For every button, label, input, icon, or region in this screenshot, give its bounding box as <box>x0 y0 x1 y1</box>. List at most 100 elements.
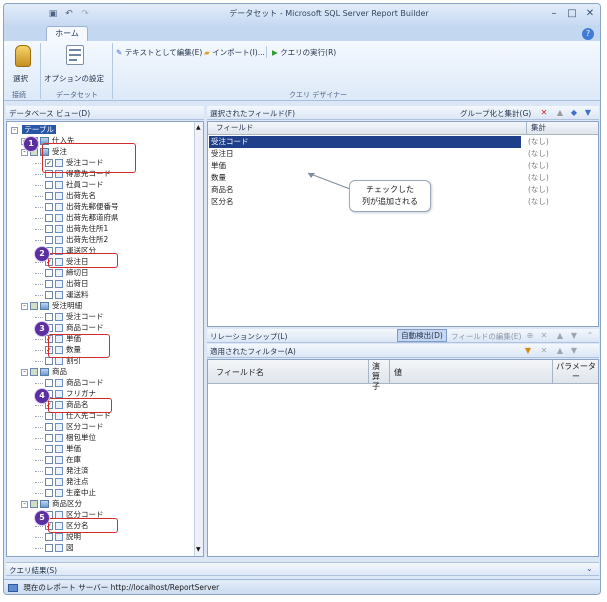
checkbox[interactable] <box>45 291 53 299</box>
delete-relationship-icon[interactable]: ✕ <box>539 331 549 341</box>
field-row[interactable]: 受注コード (なし) <box>208 136 593 148</box>
tree-table-node[interactable]: - 商品区分 <box>21 499 82 509</box>
minimize-button[interactable]: – <box>546 7 562 21</box>
tree-root[interactable]: - テーブル <box>11 125 56 135</box>
field-row[interactable]: 受注日 (なし) <box>208 148 593 160</box>
tree-field-node[interactable]: 受注コード <box>35 312 104 322</box>
tree-field-node[interactable]: 在庫 <box>35 455 81 465</box>
query-results-bar[interactable]: クエリ結果(S) ⌄ <box>6 562 599 576</box>
tab-home[interactable]: ホーム <box>46 26 88 42</box>
checkbox[interactable] <box>45 379 53 387</box>
group-and-aggregate-toggle[interactable]: グループ化と集計(G) <box>460 108 531 119</box>
redo-icon[interactable]: ↷ <box>78 9 92 21</box>
add-relationship-icon[interactable]: ⊕ <box>525 331 535 341</box>
checkbox[interactable] <box>45 544 53 552</box>
tree-field-node[interactable]: 出荷先住所1 <box>35 224 108 234</box>
move-up-bold-icon[interactable]: ◆ <box>569 108 579 118</box>
tree-field-node[interactable]: 出荷先名 <box>35 191 96 201</box>
tree-table-node[interactable]: - 受注明細 <box>21 301 82 311</box>
checkbox[interactable] <box>30 368 38 376</box>
aggregate-cell[interactable]: (なし) <box>528 196 549 208</box>
checkbox[interactable] <box>30 302 38 310</box>
checkbox[interactable] <box>45 489 53 497</box>
aggregate-cell[interactable]: (なし) <box>528 172 549 184</box>
help-icon[interactable]: ? <box>582 28 594 40</box>
collapse-icon[interactable]: - <box>21 302 28 310</box>
tree-field-node[interactable]: 出荷日 <box>35 279 89 289</box>
checkbox[interactable] <box>45 434 53 442</box>
tree-field-node[interactable]: 図 <box>35 543 74 553</box>
scroll-up-icon[interactable]: ▲ <box>196 124 202 132</box>
tree-field-node[interactable]: 出荷先郵便番号 <box>35 202 119 212</box>
field-row[interactable]: 単価 (なし) <box>208 160 593 172</box>
tree-field-node[interactable]: 区分コード <box>35 422 104 432</box>
run-query-button[interactable]: ▶ クエリの実行(R) <box>272 47 336 58</box>
edit-as-text-label: テキストとして編集(E) <box>124 48 203 57</box>
tree-field-node[interactable]: 締切日 <box>35 268 89 278</box>
aggregate-cell[interactable]: (なし) <box>528 148 549 160</box>
checkbox[interactable] <box>45 203 53 211</box>
maximize-button[interactable]: □ <box>564 7 580 21</box>
checkbox[interactable] <box>45 423 53 431</box>
aggregate-cell[interactable]: (なし) <box>528 184 549 196</box>
checkbox[interactable] <box>45 192 53 200</box>
undo-icon[interactable]: ↶ <box>62 9 76 21</box>
tree-field-node[interactable]: 発注点 <box>35 477 89 487</box>
tree-field-node[interactable]: 梱包単位 <box>35 433 96 443</box>
auto-detect-button[interactable]: 自動検出(D) <box>397 329 447 342</box>
tree-field-node[interactable]: 出荷先住所2 <box>35 235 108 245</box>
tree-field-node[interactable]: 商品コード <box>35 378 104 388</box>
checkbox[interactable] <box>45 478 53 486</box>
scroll-down-icon[interactable]: ▼ <box>196 546 202 554</box>
move-up-icon[interactable]: ▲ <box>555 331 565 341</box>
move-down-icon[interactable]: ▼ <box>569 331 579 341</box>
close-button[interactable]: ✕ <box>582 7 598 21</box>
collapse-pane-icon[interactable]: ⌃ <box>585 331 595 341</box>
checkbox[interactable] <box>30 500 38 508</box>
aggregate-cell[interactable]: (なし) <box>528 160 549 172</box>
delete-icon[interactable]: ✕ <box>539 108 549 118</box>
db-view-scrollbar[interactable]: ▲ ▼ <box>194 122 203 556</box>
import-button[interactable]: ▰ インポート(I)... <box>204 47 265 58</box>
tree-field-node[interactable]: 説明 <box>35 532 81 542</box>
add-filter-icon[interactable]: ▼ <box>523 346 533 356</box>
checkbox[interactable] <box>45 236 53 244</box>
tree-field-node[interactable]: 社員コード <box>35 180 104 190</box>
field-name-cell[interactable]: 単価 <box>211 160 521 172</box>
edit-as-text-button[interactable]: ✎ テキストとして編集(E) <box>116 47 202 58</box>
checkbox[interactable] <box>45 456 53 464</box>
move-down-icon[interactable]: ▼ <box>569 346 579 356</box>
tree-table-node[interactable]: - 商品 <box>21 367 67 377</box>
delete-filter-icon[interactable]: ✕ <box>539 346 549 356</box>
save-icon[interactable]: ▣ <box>46 9 60 21</box>
checkbox[interactable] <box>45 181 53 189</box>
checkbox[interactable] <box>45 225 53 233</box>
checkbox[interactable] <box>45 214 53 222</box>
edit-fields-button[interactable]: フィールドの編集(E) <box>451 331 521 342</box>
move-up-icon[interactable]: ▲ <box>555 346 565 356</box>
tree-field-node[interactable]: 出荷先都道府県 <box>35 213 119 223</box>
move-up-icon[interactable]: ▲ <box>555 108 565 118</box>
checkbox[interactable] <box>45 445 53 453</box>
checkbox[interactable] <box>45 269 53 277</box>
aggregate-cell[interactable]: (なし) <box>528 136 549 148</box>
checkbox[interactable] <box>45 467 53 475</box>
checkbox[interactable] <box>45 280 53 288</box>
move-down-icon[interactable]: ▼ <box>583 108 593 118</box>
field-name-cell[interactable]: 受注日 <box>211 148 521 160</box>
checkbox[interactable] <box>45 357 53 365</box>
checkbox[interactable] <box>45 412 53 420</box>
field-name-cell[interactable]: 受注コード <box>209 136 521 148</box>
collapse-icon[interactable]: - <box>21 500 28 508</box>
collapse-icon[interactable]: - <box>21 368 28 376</box>
tree-field-node[interactable]: 発注済 <box>35 466 89 476</box>
collapse-icon[interactable]: - <box>11 126 18 134</box>
checkbox[interactable] <box>45 313 53 321</box>
tree-field-node[interactable]: 単価 <box>35 444 81 454</box>
checkbox[interactable] <box>45 533 53 541</box>
tree-field-node[interactable]: 運送料 <box>35 290 89 300</box>
select-button[interactable]: 選択 <box>10 45 36 89</box>
tree-field-node[interactable]: 生産中止 <box>35 488 96 498</box>
expand-results-icon[interactable]: ⌄ <box>586 564 593 573</box>
options-button[interactable]: オプションの設定 <box>44 45 106 89</box>
